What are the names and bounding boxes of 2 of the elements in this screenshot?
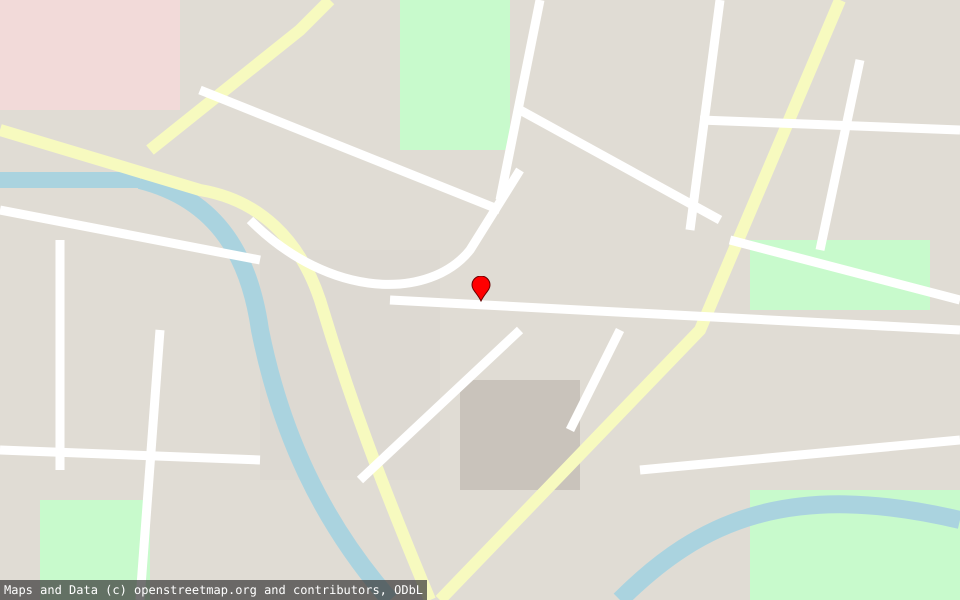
location-pin-icon xyxy=(471,276,491,302)
map-attribution: Maps and Data (c) openstreetmap.org and contributors, ODbL xyxy=(0,580,428,600)
